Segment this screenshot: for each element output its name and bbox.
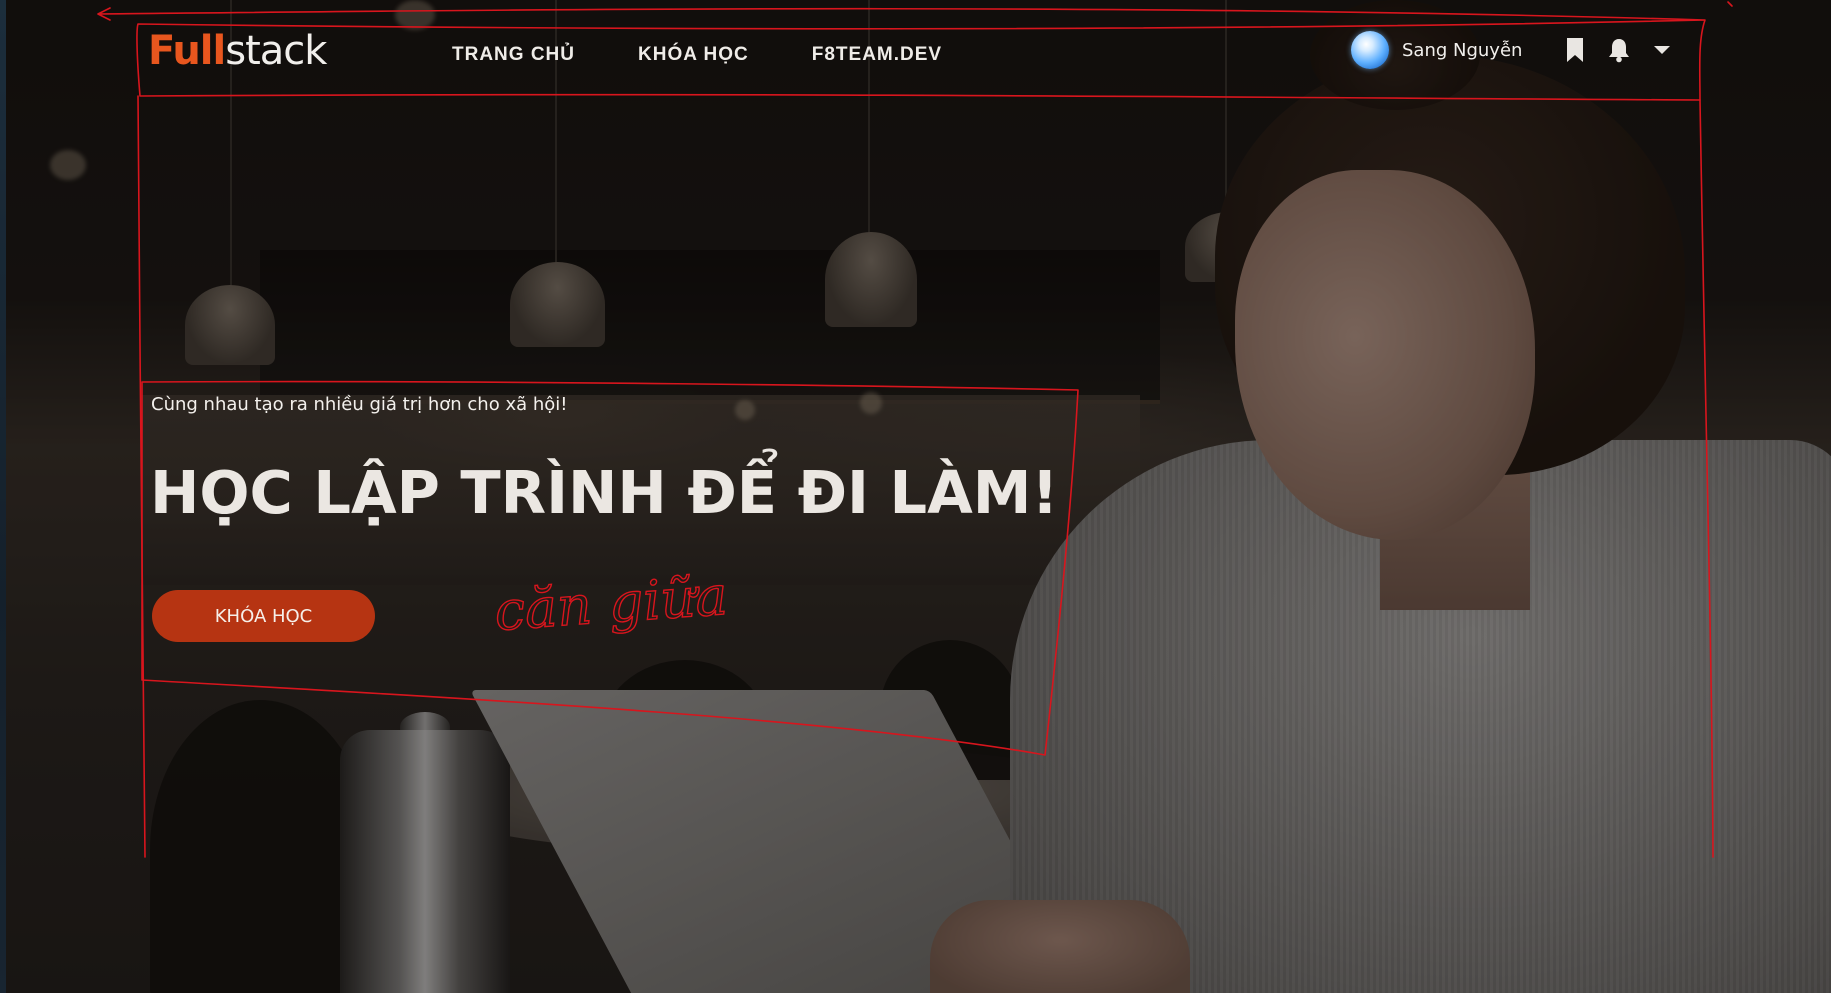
- bell-icon[interactable]: [1606, 36, 1632, 64]
- hero-subtitle: Cùng nhau tạo ra nhiều giá trị hơn cho x…: [151, 394, 568, 415]
- user-name: Sang Nguyễn: [1402, 39, 1523, 61]
- hero-title: HỌC LẬP TRÌNH ĐỂ ĐI LÀM!: [150, 458, 1059, 527]
- bookmark-icon[interactable]: [1562, 36, 1588, 64]
- chevron-down-icon[interactable]: [1649, 36, 1675, 64]
- site-header: Fullstack TRANG CHỦ KHÓA HỌC F8TEAM.DEV …: [0, 0, 1831, 105]
- user-profile[interactable]: Sang Nguyễn: [1351, 31, 1522, 69]
- avatar[interactable]: [1351, 31, 1389, 69]
- nav-item-f8team[interactable]: F8TEAM.DEV: [812, 44, 942, 66]
- courses-button[interactable]: KHÓA HỌC: [152, 590, 375, 642]
- logo-text-stack: stack: [225, 28, 327, 74]
- nav-item-courses[interactable]: KHÓA HỌC: [638, 44, 749, 66]
- main-nav: TRANG CHỦ KHÓA HỌC F8TEAM.DEV: [452, 44, 942, 66]
- nav-item-home[interactable]: TRANG CHỦ: [452, 44, 575, 66]
- logo-text-full: Full: [148, 28, 226, 74]
- logo[interactable]: Fullstack: [148, 28, 327, 74]
